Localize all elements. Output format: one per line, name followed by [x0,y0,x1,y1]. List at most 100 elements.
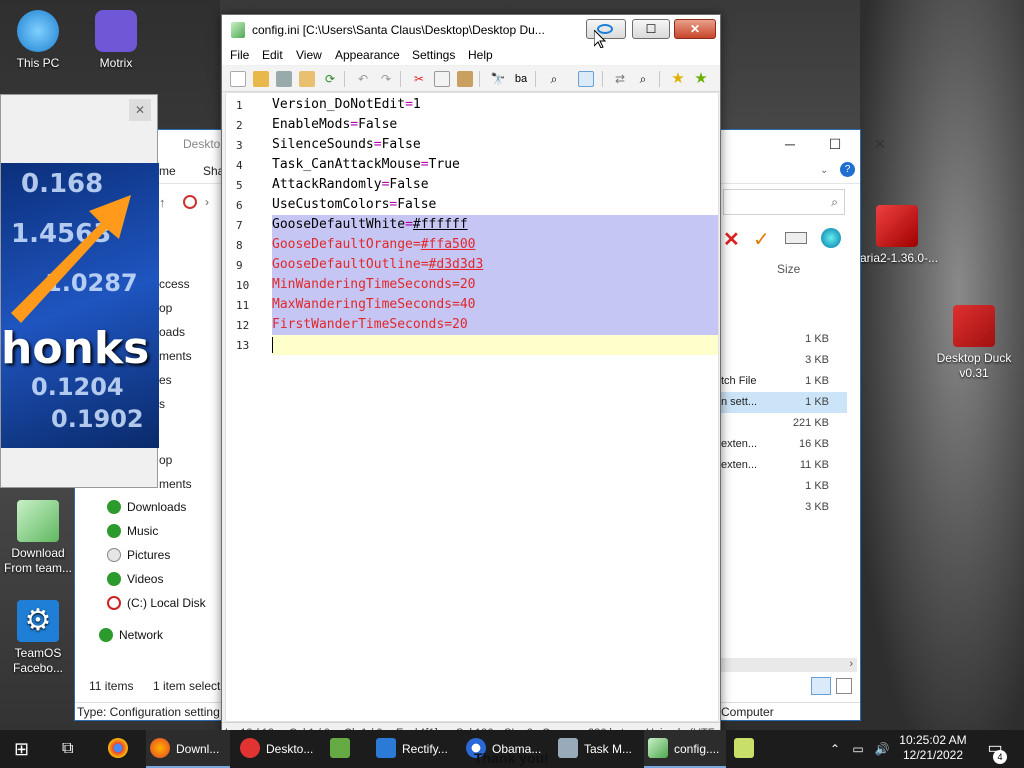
replace-icon[interactable]: ba [513,71,529,87]
menu-file[interactable]: File [230,48,249,62]
nav-item-downloads[interactable]: Downloads [107,500,186,514]
nav-desktop-2[interactable]: op [159,453,172,467]
table-row[interactable]: 1 KB [721,329,847,350]
code-line[interactable]: UseCustomColors=False [272,195,718,215]
task-view-icon[interactable]: ⧉ [62,730,73,768]
code-line[interactable]: MinWanderingTimeSeconds=20 [272,275,718,295]
cut-icon[interactable]: ✂ [411,71,427,87]
code-line[interactable]: GooseDefaultOrange=#ffa500 [272,235,718,255]
minimize-button[interactable]: ─ [767,130,813,158]
taskbar-app[interactable] [330,730,366,768]
taskbar-chrome[interactable] [108,730,134,768]
taskbar-app-2[interactable] [734,730,764,768]
menu-appearance[interactable]: Appearance [335,48,400,62]
nav-pictures-partial[interactable]: es [159,373,172,387]
code-line[interactable]: MaxWanderingTimeSeconds=40 [272,295,718,315]
nav-item-pictures[interactable]: Pictures [107,548,170,562]
table-row[interactable]: 221 KB [721,413,847,434]
clock[interactable]: 10:25:02 AM 12/21/2022 [896,730,970,768]
text-editor[interactable]: 1 2 3 4 5 6 7 8 9 10 11 12 13 Version_DoNotEdit=1 Ena… [225,92,719,722]
redo-icon[interactable]: ↷ [378,71,394,87]
rename-icon[interactable] [785,232,807,244]
chevron-down-icon[interactable]: ⌄ [820,165,828,176]
checkmark-icon[interactable]: ✓ [753,227,770,252]
menu-settings[interactable]: Settings [412,48,455,62]
minimize-button[interactable] [586,19,626,39]
word-wrap-icon[interactable] [578,71,594,87]
nav-item-local-disk[interactable]: (C:) Local Disk [107,596,206,610]
code-line[interactable]: GooseDefaultOutline=#d3d3d3 [272,255,718,275]
nav-item-partial[interactable]: s [159,397,165,411]
desktop-icon-aria2[interactable]: aria2-1.36.0-... [860,205,940,266]
nav-documents-2[interactable]: ments [159,477,192,491]
close-button[interactable]: ✕ [857,130,903,158]
add-favorite-icon[interactable]: ★ [693,71,709,87]
code-line[interactable]: EnableMods=False [272,115,718,135]
copy-icon[interactable] [434,71,450,87]
volume-icon[interactable]: 🔊 [872,730,892,768]
code-line[interactable]: Version_DoNotEdit=1 [272,95,718,115]
horizontal-scrollbar[interactable]: › [721,658,857,672]
paste-icon[interactable] [457,71,473,87]
find-icon[interactable]: 🔭 [490,71,506,87]
zoom-icon[interactable]: ⌕ [546,71,562,87]
code-line[interactable]: FirstWanderTimeSeconds=20 [272,315,718,335]
network-icon[interactable]: ▭ [848,730,868,768]
globe-icon[interactable] [821,228,841,248]
undo-icon[interactable]: ↶ [355,71,371,87]
table-row[interactable]: 3 KB [721,497,847,518]
table-row[interactable]: 1 KB [721,476,847,497]
desktop-icon-this-pc[interactable]: This PC [0,10,76,71]
desktop-icon-teamos[interactable]: ⚙ TeamOS Facebo... [0,600,76,676]
nav-item-network[interactable]: Network [99,628,163,642]
menu-edit[interactable]: Edit [262,48,283,62]
taskbar-item-firefox[interactable]: Downl... [146,730,230,768]
taskbar-item-task-manager[interactable]: Task M... [554,730,640,768]
menu-help[interactable]: Help [468,48,493,62]
recent-icon[interactable] [183,195,197,209]
scheme-icon[interactable]: ⇄ [612,71,628,87]
table-row[interactable]: 3 KB [721,350,847,371]
favorites-icon[interactable]: ★ [670,71,686,87]
new-file-icon[interactable] [230,71,246,87]
close-button[interactable]: ✕ [674,19,716,39]
nav-item-music[interactable]: Music [107,524,158,538]
windows-start-icon[interactable]: ⊞ [14,730,29,768]
taskbar-item-explorer[interactable]: Deskto... [236,730,322,768]
large-icons-view-icon[interactable] [836,678,852,694]
tab-home[interactable]: me [159,164,176,178]
save-icon[interactable] [276,71,292,87]
desktop-icon-motrix[interactable]: Motrix [78,10,154,71]
table-row[interactable]: exten... 11 KB [721,455,847,476]
browse-icon[interactable] [299,71,315,87]
help-icon[interactable]: ? [840,162,855,177]
chevron-right-icon[interactable]: › [849,658,853,670]
search-input[interactable]: ⌕ [723,189,845,215]
maximize-button[interactable]: ☐ [812,130,858,158]
nav-downloads-partial[interactable]: oads [159,325,185,339]
table-row[interactable]: tch File 1 KB [721,371,847,392]
zoom-in-icon[interactable]: ⌕ [635,71,651,87]
code-line[interactable]: AttackRandomly=False [272,175,718,195]
maximize-button[interactable]: ☐ [632,19,670,39]
nav-documents-partial[interactable]: ments [159,349,192,363]
nav-item-videos[interactable]: Videos [107,572,163,586]
code-line[interactable]: Task_CanAttackMouse=True [272,155,718,175]
notepad-titlebar[interactable]: config.ini [C:\Users\Santa Claus\Desktop… [222,15,720,45]
chevron-up-icon[interactable]: ⌃ [826,730,844,768]
nav-desktop[interactable]: op [159,301,172,315]
close-button[interactable]: ✕ [129,99,151,121]
column-header-size[interactable]: Size [777,262,800,276]
reload-icon[interactable]: ⟳ [322,71,338,87]
open-folder-icon[interactable] [253,71,269,87]
taskbar-item-rectify[interactable]: Rectify... [372,730,456,768]
up-arrow-icon[interactable]: ↑ [159,195,166,210]
desktop-icon-desktop-duck[interactable]: Desktop Duck v0.31 [934,305,1014,381]
code-line[interactable] [272,335,718,355]
table-row[interactable]: exten... 16 KB [721,434,847,455]
code-line[interactable]: SilenceSounds=False [272,135,718,155]
menu-view[interactable]: View [296,48,322,62]
taskbar-item-config[interactable]: config.... [644,730,726,768]
details-view-icon[interactable] [811,677,831,695]
code-line[interactable]: GooseDefaultWhite=#ffffff [272,215,718,235]
